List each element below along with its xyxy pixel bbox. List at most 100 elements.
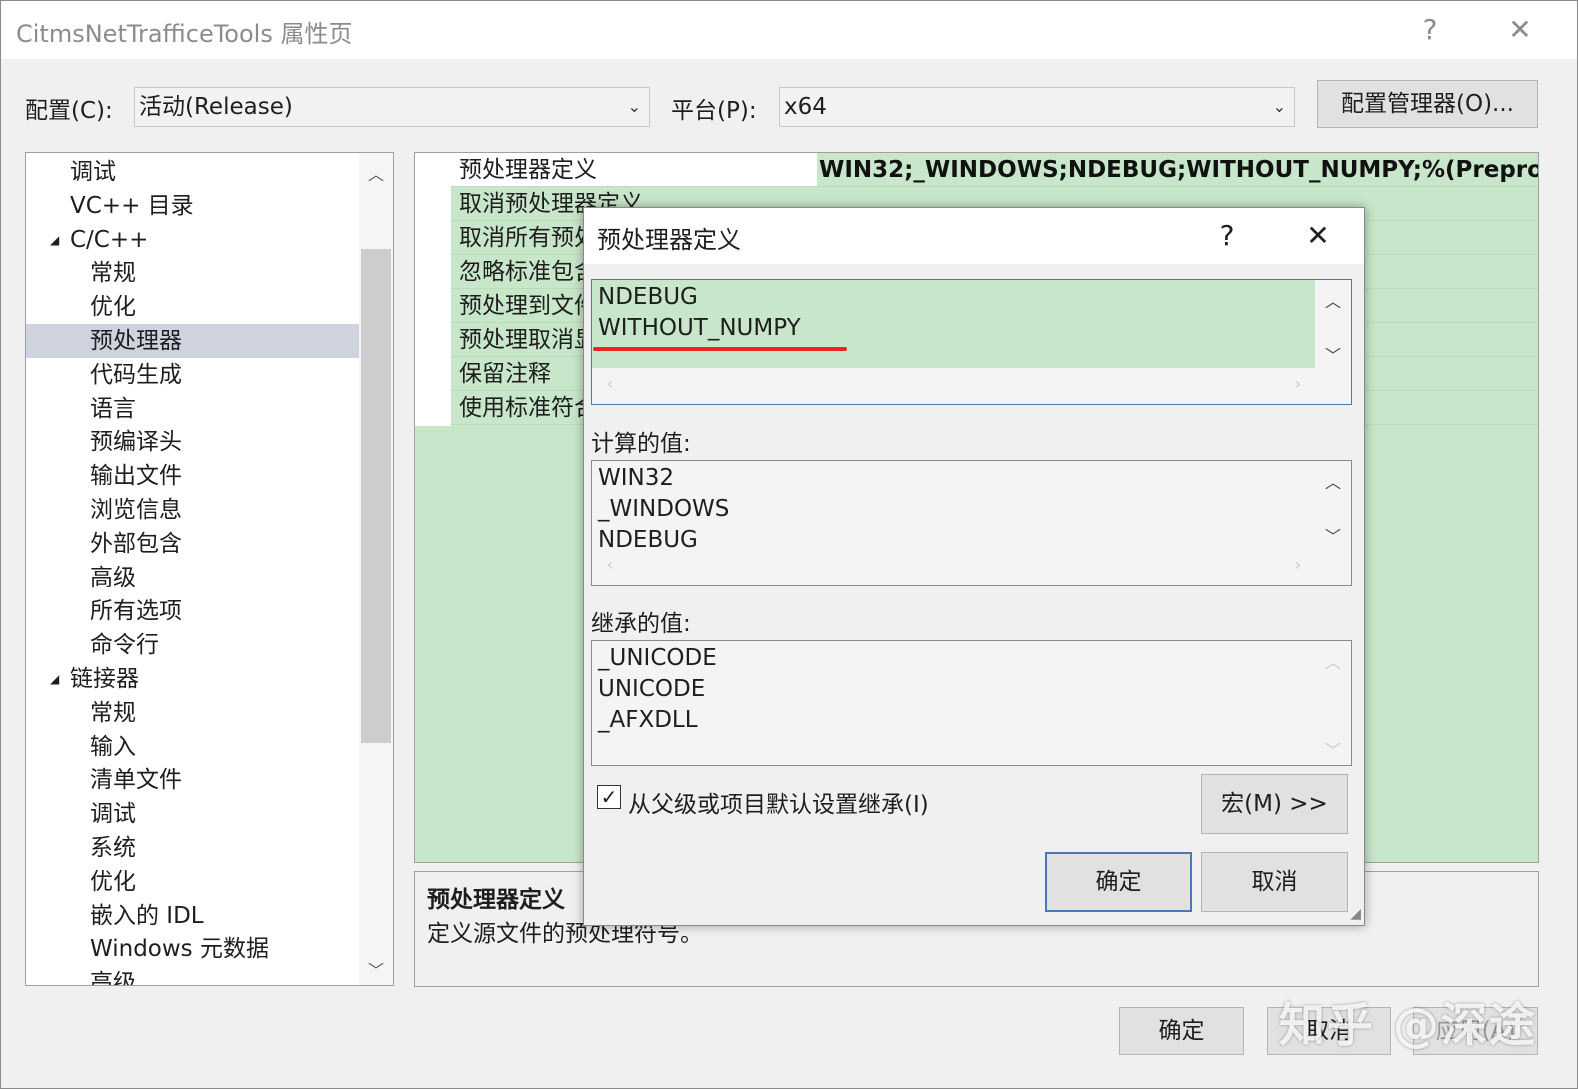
tree-item-label: 优化 [90,294,136,321]
tree-item[interactable]: 外部包含 [26,527,359,561]
tree-item[interactable]: 高级 [26,561,359,595]
grid-gutter [415,153,451,426]
scroll-up-icon[interactable]: ︿ [359,161,393,185]
computed-hscrollbar[interactable]: ‹ › [592,549,1316,585]
inherited-vscrollbar[interactable]: ︿ ﹀ [1315,641,1351,765]
scroll-right-icon[interactable]: › [1280,374,1316,393]
dialog-cancel-button[interactable]: 取消 [1201,852,1348,912]
tree-item[interactable]: 输出文件 [26,459,359,493]
scroll-up-icon[interactable]: ︿ [1315,288,1351,312]
property-name: 使用标准符合 [459,395,597,421]
inherited-line: UNICODE [598,676,706,702]
tree-item[interactable]: 优化 [26,865,359,899]
tree-item[interactable]: 高级 [26,966,359,985]
tree-scroll-thumb[interactable] [361,249,391,743]
tree-item[interactable]: 系统 [26,831,359,865]
config-label: 配置(C): [25,98,113,124]
config-manager-button[interactable]: 配置管理器(O)... [1317,80,1538,128]
tree-item-label: 常规 [90,699,136,726]
scroll-down-icon[interactable]: ﹀ [1315,342,1351,366]
edit-hscrollbar[interactable]: ‹ › [592,368,1316,404]
red-underline-annotation [593,347,847,351]
property-name: 预处理器定义 [459,157,597,183]
dialog-ok-button[interactable]: 确定 [1045,852,1192,912]
help-icon[interactable]: ? [1407,9,1453,51]
tree-item-label: 外部包含 [90,530,182,557]
property-value: WIN32;_WINDOWS;NDEBUG;WITHOUT_NUMPY;%(Pr… [819,157,1539,183]
window-title: CitmsNetTrafficeTools 属性页 [16,20,353,48]
tree-item-label: 优化 [90,868,136,895]
tree-item[interactable]: 预编译头 [26,425,359,459]
tree-item[interactable]: 清单文件 [26,763,359,797]
computed-line: _WINDOWS [598,496,730,522]
tree-item[interactable]: 命令行 [26,628,359,662]
scroll-right-icon[interactable]: › [1280,555,1316,574]
scroll-left-icon[interactable]: ‹ [592,555,628,574]
scroll-down-icon[interactable]: ﹀ [359,957,393,981]
tree-item[interactable]: ◢ C/C++ [26,223,359,257]
edit-vscrollbar[interactable]: ︿ ﹀ [1315,280,1351,404]
tree-item-label: 调试 [70,159,116,185]
scroll-left-icon[interactable]: ‹ [592,374,628,393]
tree-item-label: 常规 [90,260,136,287]
close-icon[interactable]: ✕ [1295,216,1341,256]
tree-item[interactable]: 调试 [26,155,359,189]
help-icon[interactable]: ? [1204,216,1250,256]
expand-triangle-icon[interactable]: ◢ [50,223,59,257]
tree-item-label: 命令行 [90,632,159,659]
property-name: 保留注释 [459,361,551,387]
inherit-checkbox[interactable]: ✓ [597,785,621,809]
tree-item[interactable]: 代码生成 [26,358,359,392]
tree-item[interactable]: 调试 [26,797,359,831]
tree-item-label: 输入 [90,733,136,760]
tree-item[interactable]: 所有选项 [26,594,359,628]
property-name: 预处理到文件 [459,293,597,319]
close-icon[interactable]: ✕ [1497,9,1543,51]
scroll-up-icon[interactable]: ︿ [1315,649,1351,673]
property-name: 预处理取消显 [459,327,597,353]
inherit-checkbox-label[interactable]: 从父级或项目默认设置继承(I) [628,785,929,819]
tree-item-label: 系统 [90,835,136,861]
tree-item[interactable]: 常规 [26,696,359,730]
tree-scrollbar[interactable]: ︿ ﹀ [359,153,393,985]
tree-item[interactable]: 语言 [26,392,359,426]
tree-item-label: Windows 元数据 [90,936,269,963]
property-row[interactable]: 预处理器定义 WIN32;_WINDOWS;NDEBUG;WITHOUT_NUMP… [451,153,1539,187]
dialog-title-bar: 预处理器定义 ? ✕ [584,208,1364,264]
computed-values-box: WIN32 _WINDOWS NDEBUG ︿ ﹀ ‹ › [591,460,1352,586]
tree-item[interactable]: 优化 [26,290,359,324]
inherited-line: _AFXDLL [598,707,698,733]
tree-item-label: 预处理器 [90,328,182,354]
tree-item[interactable]: 输入 [26,730,359,764]
config-value: 活动(Release) [139,94,293,120]
scroll-down-icon[interactable]: ﹀ [1315,523,1351,547]
platform-select[interactable]: x64 ⌄ [779,87,1295,127]
scroll-down-icon[interactable]: ﹀ [1315,737,1351,761]
category-tree: 调试 VC++ 目录 ◢ C/C++ 常规 优化 预处理器 代码生成 语言 预编译头 输出文件 浏览信… [25,152,394,986]
expand-triangle-icon[interactable]: ◢ [50,662,59,696]
tree-item[interactable]: 常规 [26,256,359,290]
tree-item[interactable]: 预处理器 [26,324,359,358]
tree-item-label: 浏览信息 [90,497,182,523]
inherited-line: _UNICODE [598,645,717,671]
property-pages-window: CitmsNetTrafficeTools 属性页 ? ✕ 配置(C): 活动(… [0,0,1578,1089]
tree-item-label: 嵌入的 IDL [90,902,204,929]
tree-item-label: 预编译头 [90,429,182,456]
tree-item[interactable]: ◢ 链接器 [26,662,359,696]
tree-item[interactable]: 嵌入的 IDL [26,899,359,933]
platform-label: 平台(P): [671,98,757,124]
definitions-edit-box[interactable]: NDEBUG WITHOUT_NUMPY ︿ ﹀ ‹ › [591,279,1352,405]
config-select[interactable]: 活动(Release) ⌄ [134,87,650,127]
computed-vscrollbar[interactable]: ︿ ﹀ [1315,461,1351,585]
tree-item-label: 链接器 [70,666,139,692]
tree-item[interactable]: VC++ 目录 [26,189,359,223]
tree-item[interactable]: 浏览信息 [26,493,359,527]
scroll-up-icon[interactable]: ︿ [1315,469,1351,493]
watermark: 知乎 @深途 [1279,998,1538,1052]
inherited-values-box: _UNICODE UNICODE _AFXDLL ︿ ﹀ [591,640,1352,766]
resize-grip-icon[interactable]: ◢ [1350,906,1361,922]
macro-button[interactable]: 宏(M) >> [1201,774,1348,834]
tree-item[interactable]: Windows 元数据 [26,932,359,966]
ok-button[interactable]: 确定 [1119,1007,1244,1055]
tree-item-label: VC++ 目录 [70,192,194,219]
